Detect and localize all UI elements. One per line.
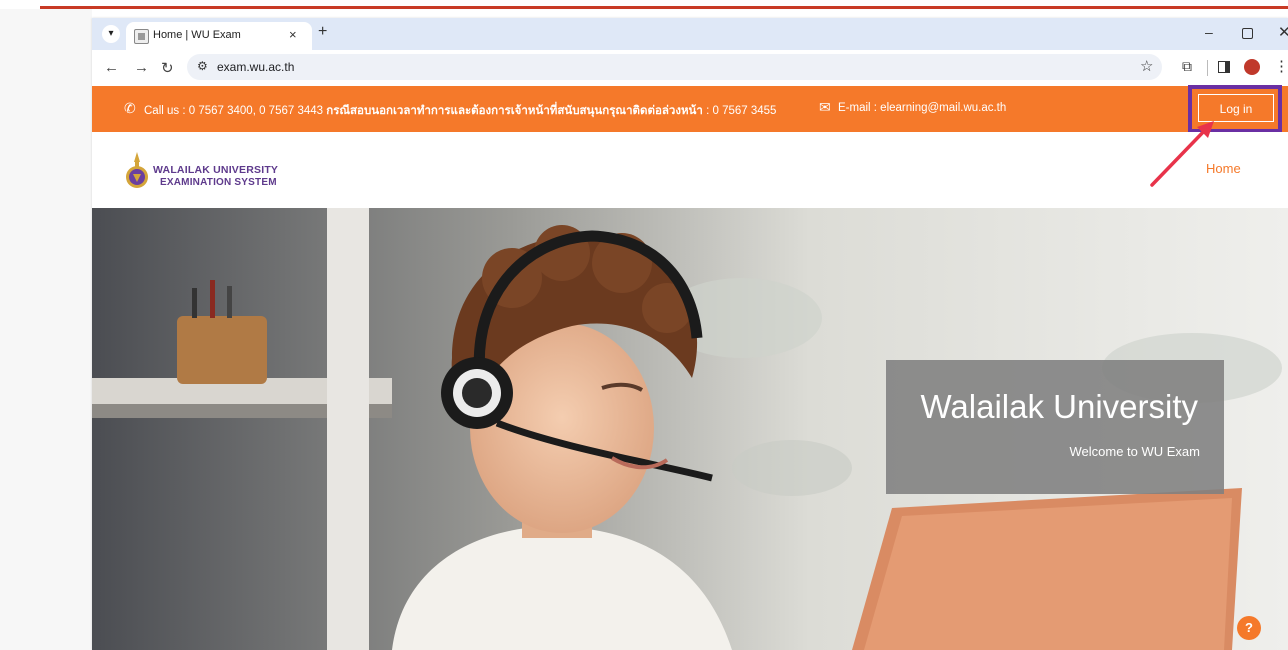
tab-title: Home | WU Exam xyxy=(153,29,241,41)
tab-strip: ▾ Home | WU Exam × + – ✕ xyxy=(92,18,1288,50)
forward-icon[interactable]: → xyxy=(134,59,149,76)
address-bar[interactable]: ⚙ exam.wu.ac.th xyxy=(187,54,1162,80)
university-logo[interactable] xyxy=(124,150,150,190)
mail-icon: ✉ xyxy=(819,99,831,115)
phone-icon: ✆ xyxy=(124,100,136,116)
extensions-icon[interactable]: ⧉ xyxy=(1182,58,1192,75)
tab-close-icon[interactable]: × xyxy=(289,27,297,42)
site-header: WALAILAK UNIVERSITY EXAMINATION SYSTEM H… xyxy=(92,132,1288,209)
side-panel-icon[interactable] xyxy=(1218,61,1230,73)
browser-toolbar: ← → ↻ ⚙ exam.wu.ac.th ☆ ⧉ ⋮ xyxy=(92,50,1288,86)
email-text: E-mail : elearning@mail.wu.ac.th xyxy=(838,102,1007,114)
tab-home-wu-exam[interactable]: Home | WU Exam × xyxy=(126,22,312,50)
reload-icon[interactable]: ↻ xyxy=(161,59,174,77)
contact-text: Call us : 0 7567 3400, 0 7567 3443 กรณีส… xyxy=(144,105,777,117)
browser-menu-icon[interactable]: ⋮ xyxy=(1274,57,1288,75)
top-rule-divider xyxy=(40,6,1288,9)
logo-text-exam-system: EXAMINATION SYSTEM xyxy=(160,177,277,188)
contact-bar: ✆ Call us : 0 7567 3400, 0 7567 3443 กรณ… xyxy=(92,85,1288,133)
bookmark-star-icon[interactable]: ☆ xyxy=(1140,57,1153,75)
favicon-icon xyxy=(134,29,149,44)
browser-window: ▾ Home | WU Exam × + – ✕ ← → ↻ ⚙ exam.wu… xyxy=(92,18,1288,650)
annotation-arrow xyxy=(1150,121,1214,187)
new-tab-button[interactable]: + xyxy=(318,23,327,41)
site-info-icon[interactable]: ⚙ xyxy=(197,59,208,73)
hero-caption-box: Walailak University Welcome to WU Exam xyxy=(886,360,1224,494)
help-button[interactable]: ? xyxy=(1237,616,1261,640)
profile-avatar[interactable] xyxy=(1244,59,1260,75)
back-icon[interactable]: ← xyxy=(104,59,119,76)
hero-banner: Walailak University Welcome to WU Exam ? xyxy=(92,208,1288,650)
minimize-icon[interactable]: – xyxy=(1205,24,1213,40)
hero-title: Walailak University xyxy=(920,388,1198,425)
url-text[interactable]: exam.wu.ac.th xyxy=(217,60,294,74)
tab-search-dropdown-icon[interactable]: ▾ xyxy=(102,25,120,43)
window-close-icon[interactable]: ✕ xyxy=(1278,23,1288,41)
toolbar-separator xyxy=(1207,60,1208,76)
hero-subtitle: Welcome to WU Exam xyxy=(1069,444,1200,459)
logo-text-university: WALAILAK UNIVERSITY xyxy=(153,164,279,176)
left-margin xyxy=(0,9,92,650)
maximize-icon[interactable] xyxy=(1242,28,1253,39)
